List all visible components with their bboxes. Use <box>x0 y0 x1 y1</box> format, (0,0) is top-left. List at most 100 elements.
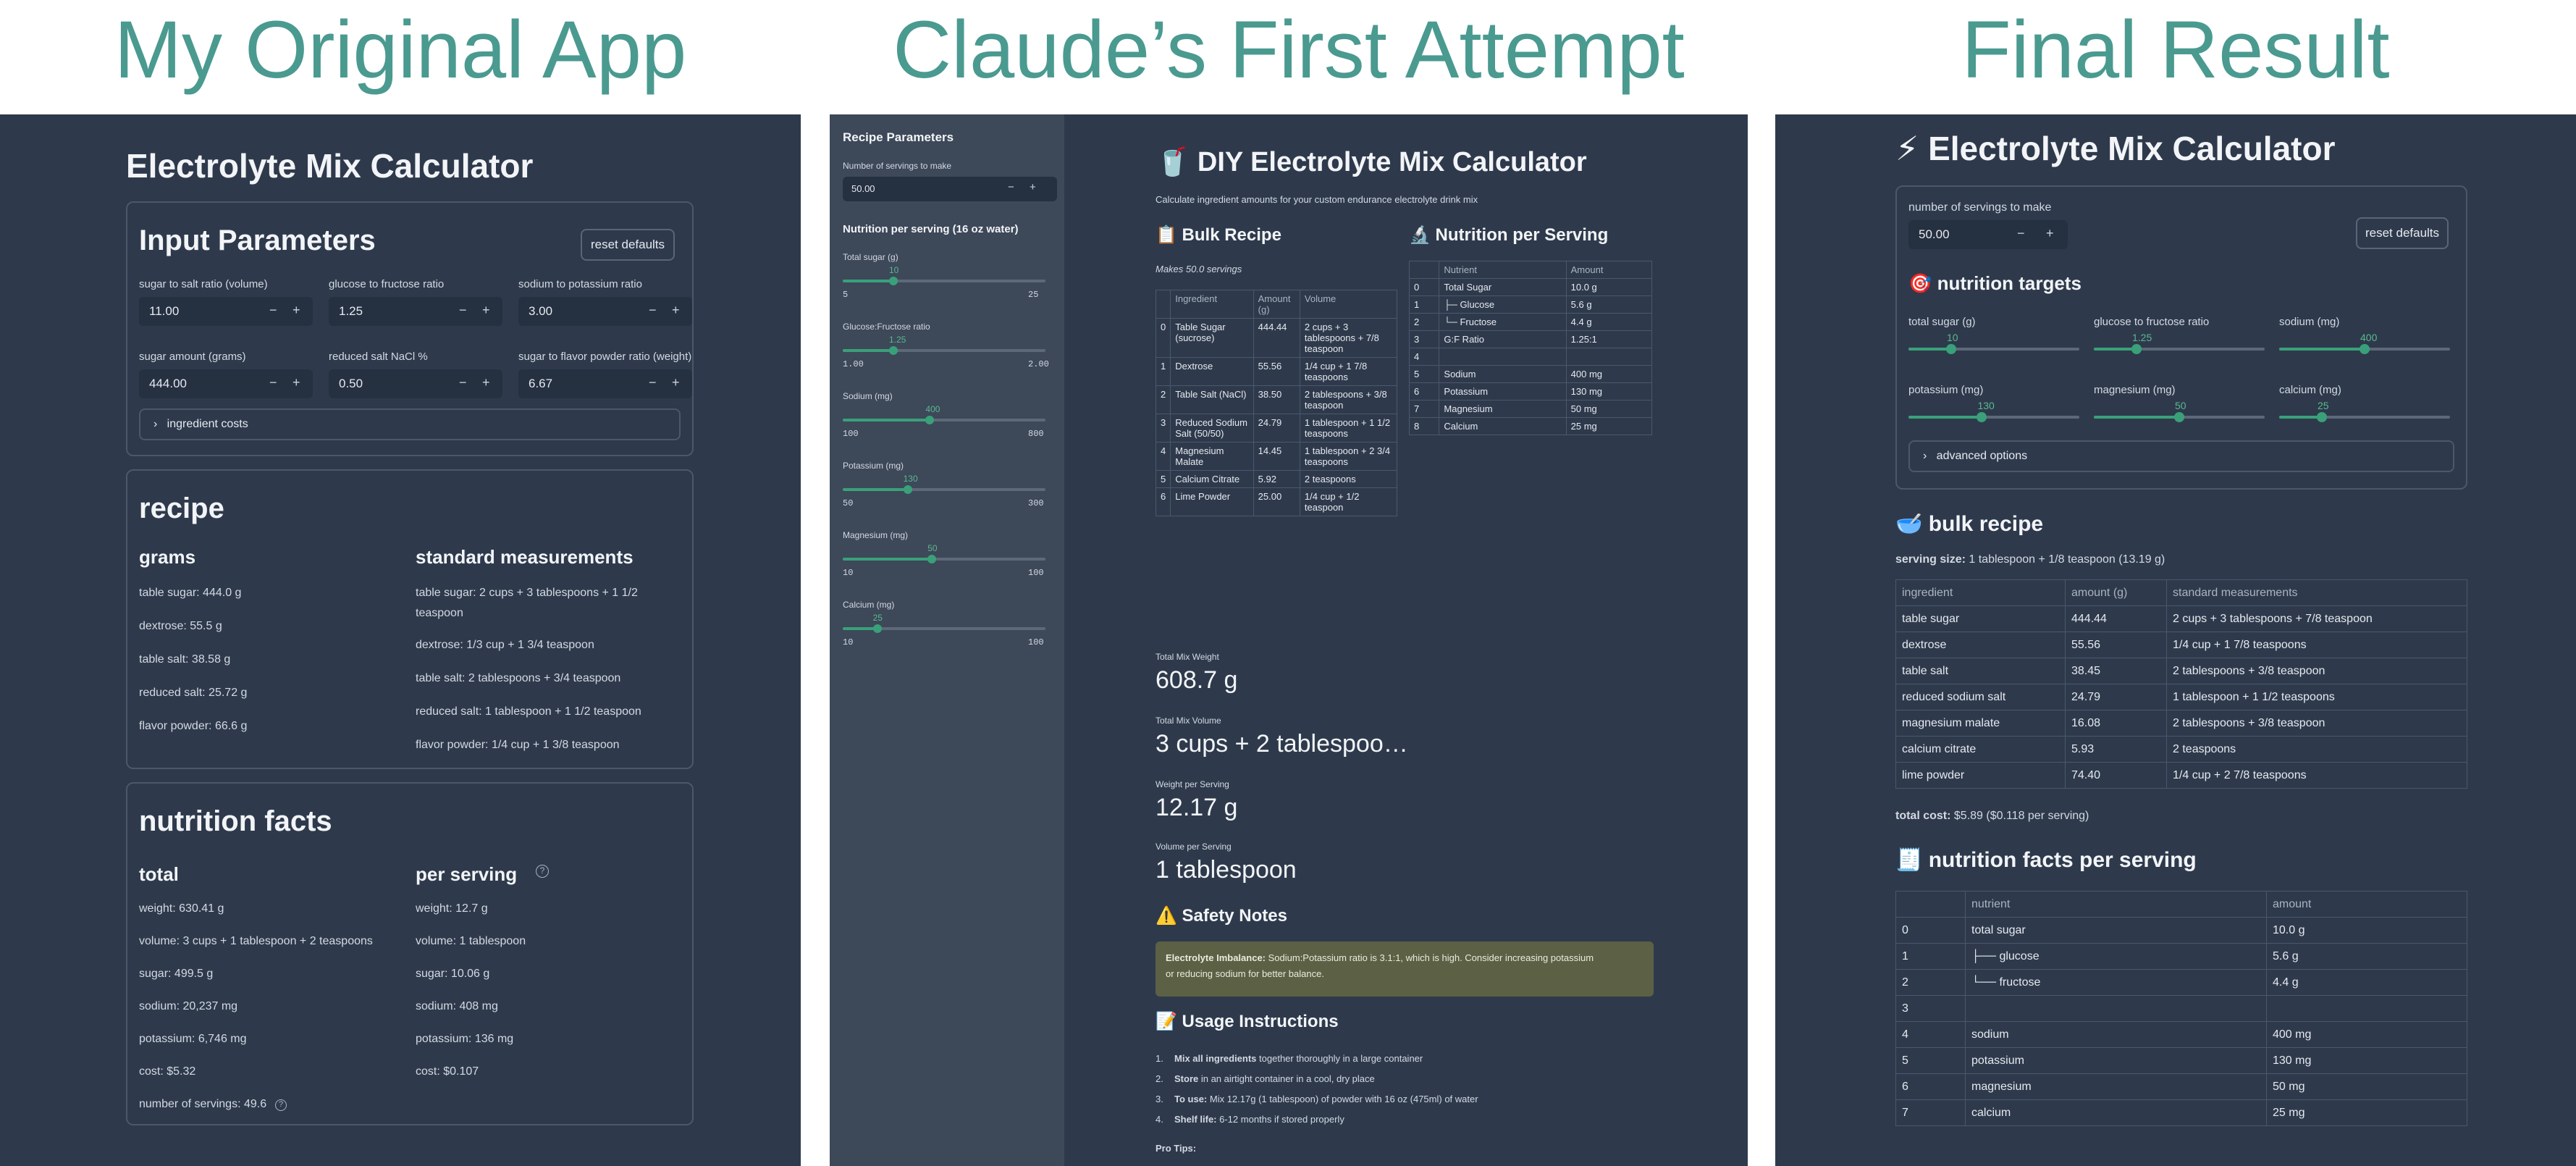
increment-button[interactable]: + <box>482 375 490 390</box>
column-header: Amount (g) <box>1253 290 1300 319</box>
table-cell: 16.08 <box>2065 710 2167 737</box>
table-cell: 400 mg <box>2266 1021 2467 1048</box>
slider-min: 10 <box>843 637 854 647</box>
table-cell: G:F Ratio <box>1439 330 1567 348</box>
table-cell <box>1439 348 1567 366</box>
decrement-button[interactable]: − <box>269 303 277 318</box>
first-attempt-screenshot: Recipe Parameters Number of servings to … <box>830 114 1748 1166</box>
decrement-button[interactable]: − <box>2017 226 2025 241</box>
bulk-recipe-title: 📋 Bulk Recipe <box>1156 225 1281 245</box>
table-row: lime powder 74.40 1/4 cup + 2 7/8 teaspoon… <box>1895 762 2467 789</box>
slider-fill <box>2094 416 2179 419</box>
number-input[interactable]: 444.00 <box>139 369 313 398</box>
column-header: ingredient <box>1895 579 2066 606</box>
table-cell: 1 <box>1408 295 1440 314</box>
per-serving-item: weight: 12.7 g <box>416 902 488 915</box>
table-cell: table sugar <box>1895 605 2066 632</box>
app-subtitle: Calculate ingredient amounts for your cu… <box>1156 194 1478 205</box>
per-serving-item: volume: 1 tablespoon <box>416 935 526 947</box>
table-cell: Sodium <box>1439 365 1567 383</box>
slider-handle[interactable] <box>1946 344 1956 354</box>
slider-handle[interactable] <box>2174 412 2184 422</box>
help-icon[interactable]: ? <box>275 1099 287 1111</box>
servings-input[interactable]: 50.00 <box>1908 220 2068 249</box>
column-header <box>1895 891 1966 918</box>
increment-button[interactable]: + <box>672 303 680 318</box>
slider-handle[interactable] <box>889 277 898 285</box>
reset-defaults-button[interactable]: reset defaults <box>2356 217 2449 249</box>
servings-input[interactable]: 50.00 <box>843 177 1057 201</box>
slider-handle[interactable] <box>889 346 898 355</box>
slider-handle[interactable] <box>925 416 935 424</box>
slider-handle[interactable] <box>872 624 882 633</box>
number-input[interactable]: 1.25 <box>329 297 502 326</box>
table-row: 8 Calcium 25 mg <box>1408 417 1653 435</box>
slider-handle[interactable] <box>2360 344 2370 354</box>
table-cell: 2 teaspoons <box>1299 470 1398 488</box>
ingredient-costs-expander[interactable]: › ingredient costs <box>139 408 681 440</box>
table-cell: 50 mg <box>2266 1073 2467 1100</box>
table-cell: 2 tablespoons + 3/8 teaspoon <box>2166 710 2467 737</box>
table-row: 2 └─ Fructose 4.4 g <box>1408 313 1653 331</box>
metric-value: 3 cups + 2 tablespoo… <box>1156 730 1408 758</box>
decrement-button[interactable]: − <box>649 303 657 318</box>
metric-label: Volume per Serving <box>1156 842 1232 852</box>
decrement-button[interactable]: − <box>1008 181 1014 193</box>
table-cell: 0 <box>1895 917 1966 944</box>
slider-label: Calcium (mg) <box>843 600 895 610</box>
slider-fill <box>843 627 877 630</box>
measurement-item: table salt: 2 tablespoons + 3/4 teaspoon <box>416 672 621 684</box>
table-cell: 130 mg <box>1565 382 1653 400</box>
recipe-title: recipe <box>139 492 224 524</box>
increment-button[interactable]: + <box>482 303 490 318</box>
decrement-button[interactable]: − <box>649 375 657 390</box>
slider-value: 1.25 <box>2132 332 2152 343</box>
reset-defaults-button[interactable]: reset defaults <box>581 229 675 261</box>
increment-button[interactable]: + <box>292 303 300 318</box>
slider-handle[interactable] <box>1977 412 1987 422</box>
slider-max: 100 <box>1028 568 1044 578</box>
ingredient-costs-label: ingredient costs <box>167 418 248 430</box>
decrement-button[interactable]: − <box>459 303 467 318</box>
slider-handle[interactable] <box>2131 344 2142 354</box>
number-input[interactable]: 6.67 <box>518 369 692 398</box>
table-row: reduced sodium salt 24.79 1 tablespoon + 1… <box>1895 684 2467 710</box>
table-cell: 3 <box>1408 330 1440 348</box>
nutrition-facts-section: nutrition facts total per serving ? weig… <box>126 782 694 1125</box>
table-cell: 400 mg <box>1565 365 1653 383</box>
table-row: 1 ├─ Glucose 5.6 g <box>1408 295 1653 314</box>
slider-handle[interactable] <box>927 555 937 563</box>
grams-item: flavor powder: 66.6 g <box>139 720 248 732</box>
table-cell <box>2266 995 2467 1022</box>
slider-handle[interactable] <box>903 485 912 494</box>
nutrition-facts-title: nutrition facts <box>139 805 332 837</box>
slider-value: 130 <box>1977 400 1995 411</box>
number-input[interactable]: 11.00 <box>139 297 313 326</box>
table-cell: 4 <box>1895 1021 1966 1048</box>
app-title: 🥤 DIY Electrolyte Mix Calculator <box>1156 147 1587 177</box>
step-number: 2. <box>1156 1073 1163 1084</box>
number-input[interactable]: 0.50 <box>329 369 502 398</box>
slider-min: 1.00 <box>843 359 864 369</box>
field-label: sodium to potassium ratio <box>518 278 642 290</box>
table-cell: reduced sodium salt <box>1895 684 2066 710</box>
nutrition-table: Nutrient Amount 0 Total Sugar 10.0 g 1 ├─ Glu… <box>1408 261 1653 435</box>
table-row: 4 sodium 400 mg <box>1895 1021 2467 1048</box>
decrement-button[interactable]: − <box>269 375 277 390</box>
slider-handle[interactable] <box>2317 412 2327 422</box>
decrement-button[interactable]: − <box>459 375 467 390</box>
increment-button[interactable]: + <box>672 375 680 390</box>
increment-button[interactable]: + <box>292 375 300 390</box>
warning-text: Sodium:Potassium ratio is 3.1:1, which i… <box>1266 952 1594 963</box>
increment-button[interactable]: + <box>2046 226 2054 241</box>
increment-button[interactable]: + <box>1030 181 1036 193</box>
heading-first-attempt: Claude’s First Attempt <box>893 4 1685 95</box>
step-text: 6-12 months if stored properly <box>1216 1114 1344 1125</box>
advanced-options-expander[interactable]: › advanced options <box>1908 440 2454 472</box>
help-icon[interactable]: ? <box>536 865 549 878</box>
advanced-options-label: advanced options <box>1936 450 2028 462</box>
column-header: Volume <box>1299 290 1398 319</box>
slider-value: 400 <box>2360 332 2378 343</box>
number-input[interactable]: 3.00 <box>518 297 692 326</box>
table-cell: 444.44 <box>1253 318 1300 358</box>
